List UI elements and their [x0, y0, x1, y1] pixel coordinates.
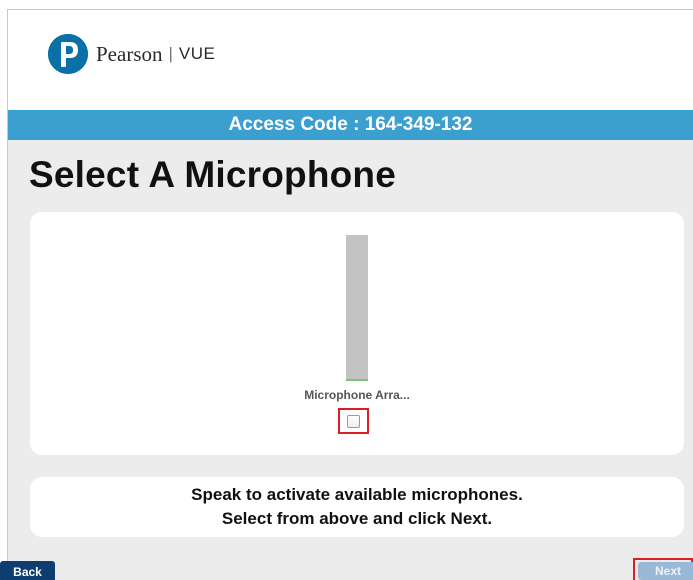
microphone-panel: Microphone Arra... — [30, 212, 684, 455]
logo-product: VUE — [178, 44, 216, 63]
main-content: Select A Microphone Microphone Arra... S… — [0, 140, 693, 580]
logo-separator: | — [168, 44, 173, 63]
pearson-vue-logo: Pearson | VUE — [48, 34, 215, 74]
logo-name: Pearson — [96, 41, 163, 66]
logo-wordmark: Pearson | VUE — [96, 42, 215, 67]
pearson-p-logo-icon — [48, 34, 88, 74]
microphone-level-fill — [346, 379, 368, 381]
microphone-checkbox-highlight — [338, 408, 369, 434]
instructions-panel: Speak to activate available microphones.… — [30, 477, 684, 537]
instructions-line-2: Select from above and click Next. — [221, 509, 493, 528]
page-title: Select A Microphone — [29, 154, 397, 195]
access-code-text: Access Code : 164-349-132 — [228, 114, 473, 135]
app-window: Pearson | VUE Access Code : 164-349-132 … — [0, 0, 693, 580]
microphone-select-checkbox[interactable] — [347, 414, 360, 428]
instructions-line-1: Speak to activate available microphones. — [191, 485, 523, 504]
next-button-highlight: Next — [633, 558, 693, 580]
back-button[interactable]: Back — [0, 561, 55, 580]
next-button[interactable]: Next — [638, 562, 693, 580]
microphone-name: Microphone Arra... — [304, 388, 410, 402]
access-code-bar: Access Code : 164-349-132 — [8, 110, 693, 140]
header: Pearson | VUE — [8, 10, 693, 110]
microphone-level-meter — [346, 235, 368, 381]
